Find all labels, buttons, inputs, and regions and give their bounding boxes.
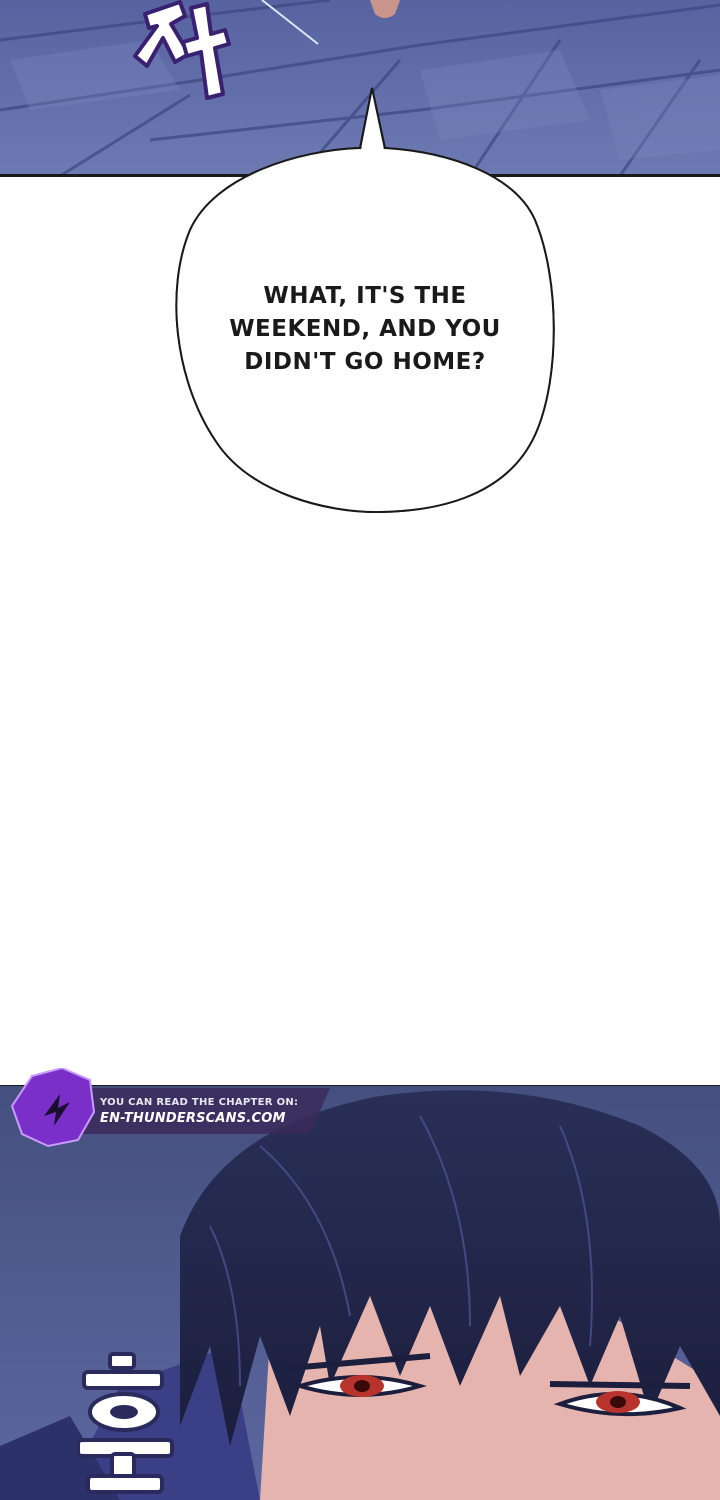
dialogue-text: WHAT, IT'S THE WEEKEND, AND YOU DIDN'T G… [215, 280, 515, 379]
watermark-banner [10, 1068, 330, 1148]
bottom-panel-character: 흥 [0, 1086, 720, 1500]
dialogue-line-1: WHAT, IT'S THE [263, 283, 467, 309]
dialogue-line-2: WEEKEND, AND YOU [229, 316, 501, 342]
sfx-bottom-glyph [76, 1352, 174, 1494]
watermark-label: YOU CAN READ THE CHAPTER ON: [100, 1097, 299, 1108]
dialogue-line-3: DIDN'T GO HOME? [244, 349, 486, 375]
watermark-url[interactable]: EN-THUNDERSCANS.COM [100, 1111, 286, 1126]
